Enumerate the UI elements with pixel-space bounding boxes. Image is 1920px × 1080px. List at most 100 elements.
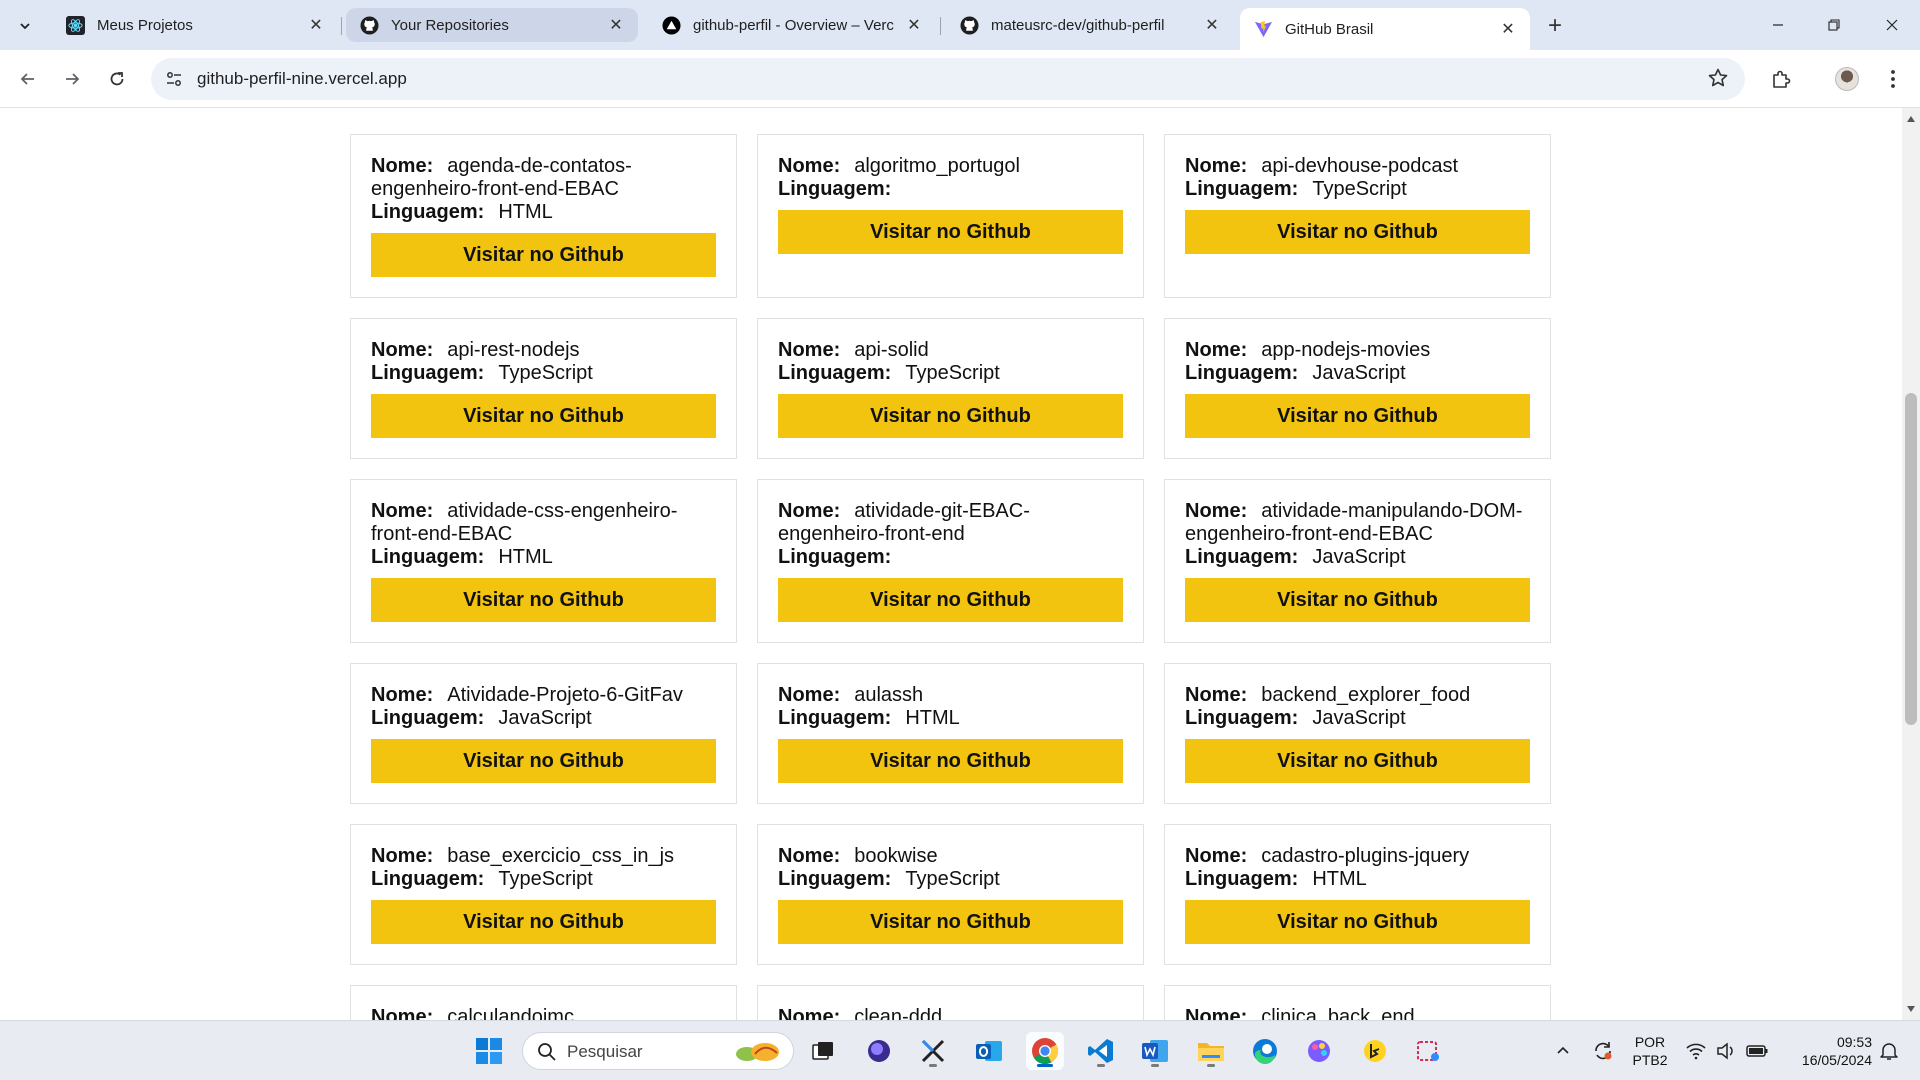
visit-github-button[interactable]: Visitar no Github (778, 578, 1123, 622)
tab-search-button[interactable] (9, 10, 41, 42)
visit-github-button[interactable]: Visitar no Github (371, 578, 716, 622)
repo-name-line: Nome: clean-ddd (778, 1006, 1123, 1020)
capcut-icon (921, 1039, 945, 1063)
taskbar-app-file-explorer[interactable] (1192, 1032, 1230, 1070)
profile-button[interactable] (1830, 62, 1864, 96)
wifi-icon (1686, 1043, 1706, 1060)
new-tab-button[interactable]: + (1540, 11, 1570, 41)
bookmark-star-icon[interactable] (1707, 67, 1731, 91)
repo-name-line: Nome: atividade-git-EBAC-engenheiro-front… (778, 500, 1123, 546)
taskbar-app-edge[interactable] (1246, 1032, 1284, 1070)
repo-card: Nome:clean-ddd Linguagem: Visitar no Git… (757, 985, 1144, 1020)
taskbar-app-purple-orb[interactable] (860, 1032, 898, 1070)
input-language-indicator[interactable]: POR PTB2 (1630, 1021, 1670, 1080)
repo-language-line: Linguagem: JavaScript (371, 707, 716, 730)
close-icon[interactable]: ✕ (1498, 19, 1518, 39)
taskbar-app-paint[interactable] (1300, 1032, 1338, 1070)
language-label: Linguagem: (371, 868, 485, 890)
tab-meus-projetos[interactable]: Meus Projetos ✕ (52, 8, 338, 42)
repo-language: TypeScript (1312, 178, 1407, 200)
close-icon[interactable]: ✕ (306, 15, 326, 35)
scrollbar-thumb[interactable] (1905, 393, 1917, 725)
repo-name: aulassh (854, 684, 924, 706)
network-volume-battery[interactable] (1684, 1021, 1770, 1080)
repo-card: Nome:calculandoimc Linguagem: Visitar no… (350, 985, 737, 1020)
visit-github-button[interactable]: Visitar no Github (778, 739, 1123, 783)
tab-title: Meus Projetos (97, 16, 193, 34)
repo-card: Nome: api-devhouse-podcast Linguagem: Type… (1164, 134, 1551, 298)
visit-github-button[interactable]: Visitar no Github (371, 233, 716, 277)
repo-language: HTML (498, 201, 553, 223)
repo-name: bookwise (854, 845, 938, 867)
visit-github-button[interactable]: Visitar no Github (778, 900, 1123, 944)
url-text[interactable]: github-perfil-nine.vercel.app (197, 69, 407, 89)
taskbar-app-outlook[interactable] (970, 1032, 1008, 1070)
bell-icon (1880, 1043, 1898, 1060)
repo-name: base_exercicio_css_in_js (447, 845, 675, 867)
show-hidden-icons-button[interactable] (1548, 1021, 1578, 1080)
task-view-button[interactable] (804, 1032, 842, 1070)
visit-github-button[interactable]: Visitar no Github (371, 900, 716, 944)
visit-github-button[interactable]: Visitar no Github (1185, 739, 1530, 783)
taskbar-app-capcut[interactable] (914, 1032, 952, 1070)
tab-github-brasil[interactable]: GitHub Brasil ✕ (1240, 8, 1530, 50)
close-icon[interactable]: ✕ (606, 15, 626, 35)
repo-language-line: Linguagem: HTML (371, 201, 716, 224)
start-button[interactable] (470, 1032, 508, 1070)
close-window-button[interactable] (1872, 8, 1912, 42)
minimize-button[interactable] (1758, 8, 1798, 42)
page-viewport: Nome: agenda-de-contatos-engenheiro-front… (0, 108, 1902, 1020)
visit-github-button[interactable]: Visitar no Github (371, 394, 716, 438)
taskbar-app-bing[interactable] (1356, 1032, 1394, 1070)
extensions-button[interactable] (1764, 62, 1798, 96)
volume-icon (1717, 1042, 1733, 1060)
react-icon (66, 15, 85, 35)
visit-github-button[interactable]: Visitar no Github (1185, 394, 1530, 438)
visit-github-button[interactable]: Visitar no Github (1185, 210, 1530, 254)
clock[interactable]: 09:53 16/05/2024 (1780, 1021, 1872, 1080)
site-settings-icon[interactable] (163, 68, 185, 90)
taskbar-app-word[interactable] (1136, 1032, 1174, 1070)
tab-github-perfil-repo[interactable]: mateusrc-dev/github-perfil ✕ (946, 8, 1234, 42)
visit-github-button[interactable]: Visitar no Github (371, 739, 716, 783)
back-button[interactable] (11, 62, 45, 96)
visit-github-button[interactable]: Visitar no Github (778, 210, 1123, 254)
menu-button[interactable] (1876, 62, 1910, 96)
repo-card: Nome: base_exercicio_css_in_js Linguagem:… (350, 824, 737, 965)
tab-your-repositories[interactable]: Your Repositories ✕ (346, 8, 638, 42)
visit-github-button[interactable]: Visitar no Github (778, 394, 1123, 438)
tab-vercel-overview[interactable]: github-perfil - Overview – Verc ✕ (648, 8, 936, 42)
taskbar-app-chrome[interactable] (1026, 1032, 1064, 1070)
restore-button[interactable] (1814, 8, 1854, 42)
tab-title: github-perfil - Overview – Verc (693, 16, 894, 34)
address-bar[interactable]: github-perfil-nine.vercel.app (151, 58, 1745, 100)
name-label: Nome: (371, 1006, 434, 1020)
repo-name-line: Nome: api-devhouse-podcast (1185, 155, 1530, 178)
repo-name: algoritmo_portugol (854, 155, 1020, 177)
purple-orb-icon (868, 1040, 890, 1062)
page-scrollbar[interactable] (1902, 108, 1920, 1020)
language-label: Linguagem: (1185, 178, 1299, 200)
taskbar-app-vscode[interactable] (1082, 1032, 1120, 1070)
taskbar-app-snipping[interactable] (1410, 1032, 1448, 1070)
repo-card: Nome: api-solid Linguagem: TypeScript Visi… (757, 318, 1144, 459)
visit-github-button[interactable]: Visitar no Github (1185, 578, 1530, 622)
running-indicator (1097, 1064, 1105, 1067)
task-view-icon (812, 1042, 833, 1060)
forward-button[interactable] (55, 62, 89, 96)
reload-button[interactable] (100, 62, 134, 96)
close-icon[interactable]: ✕ (904, 15, 924, 35)
close-icon[interactable]: ✕ (1202, 15, 1222, 35)
scroll-down-arrow-icon[interactable] (1907, 1006, 1915, 1012)
name-label: Nome: (1185, 155, 1248, 177)
sync-status-button[interactable] (1586, 1021, 1620, 1080)
notifications-button[interactable] (1872, 1021, 1906, 1080)
running-indicator (1207, 1064, 1215, 1067)
repo-name-line: Nome: atividade-manipulando-DOM-engenheir… (1185, 500, 1530, 546)
name-label: Nome: (778, 500, 841, 522)
visit-github-button[interactable]: Visitar no Github (1185, 900, 1530, 944)
scroll-up-arrow-icon[interactable] (1907, 116, 1915, 122)
taskbar-search[interactable]: Pesquisar (522, 1032, 794, 1070)
tab-title: mateusrc-dev/github-perfil (991, 16, 1165, 34)
tab-separator (940, 17, 941, 35)
